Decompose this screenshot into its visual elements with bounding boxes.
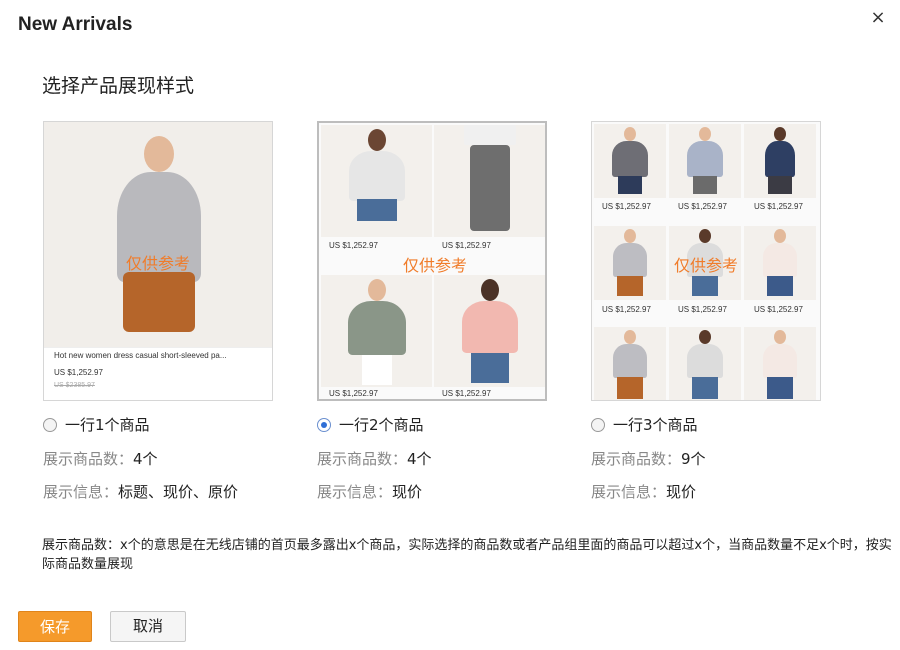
product-title: Hot new women dress casual short-sleeved… — [54, 351, 227, 360]
help-note: 展示商品数：x个的意思是在无线店铺的首页最多露出x个商品，实际选择的商品数或者产… — [42, 538, 892, 572]
watermark-text: 仅供参考 — [674, 256, 739, 275]
display-info-value: 现价 — [392, 483, 423, 501]
product-image — [434, 125, 545, 237]
product-image — [744, 226, 816, 300]
product-image — [594, 124, 666, 198]
display-count-label: 展示商品数： — [591, 450, 682, 468]
product-price: US $1,252.97 — [678, 202, 727, 211]
layout-preview-1-per-row[interactable]: 仅供参考 Hot new women dress casual short-sl… — [43, 121, 273, 401]
layout-radio-3[interactable]: 一行3个商品 — [591, 414, 698, 435]
product-image — [744, 327, 816, 400]
radio-button[interactable] — [591, 417, 605, 432]
product-image — [44, 122, 272, 350]
display-count-value: 4个 — [133, 450, 158, 468]
product-price: US $1,252.97 — [602, 305, 651, 314]
product-image — [594, 226, 666, 300]
radio-label: 一行3个商品 — [613, 416, 698, 434]
display-count-value: 9个 — [681, 450, 706, 468]
display-count-label: 展示商品数： — [43, 450, 134, 468]
layout-preview-3-per-row[interactable]: US $1,252.97 US $1,252.97 US $1,252.97 U… — [591, 121, 821, 401]
cancel-button[interactable]: 取消 — [110, 611, 186, 642]
product-image — [669, 327, 741, 400]
product-image — [669, 124, 741, 198]
display-count: 展示商品数：4个 — [317, 448, 432, 469]
product-price: US $1,252.97 — [754, 202, 803, 211]
dialog-title: New Arrivals — [18, 14, 133, 35]
product-price: US $1,252.97 — [329, 389, 378, 398]
product-price: US $1,252.97 — [54, 368, 103, 377]
watermark-text: 仅供参考 — [403, 256, 468, 275]
section-title: 选择产品展现样式 — [42, 75, 195, 97]
product-image — [434, 275, 545, 387]
radio-label: 一行1个商品 — [65, 416, 150, 434]
close-icon[interactable]: × — [866, 6, 890, 30]
product-price: US $1,252.97 — [329, 241, 378, 250]
product-image — [321, 275, 432, 387]
radio-label: 一行2个商品 — [339, 416, 424, 434]
save-button[interactable]: 保存 — [18, 611, 92, 642]
layout-radio-2[interactable]: 一行2个商品 — [317, 414, 424, 435]
product-price: US $1,252.97 — [754, 305, 803, 314]
display-info-label: 展示信息： — [591, 483, 667, 501]
display-count: 展示商品数：9个 — [591, 448, 706, 469]
product-image — [744, 124, 816, 198]
display-info-label: 展示信息： — [43, 483, 119, 501]
product-caption: Hot new women dress casual short-sleeved… — [44, 347, 272, 400]
radio-button[interactable] — [43, 417, 57, 432]
display-info-value: 现价 — [666, 483, 697, 501]
display-info: 展示信息：现价 — [317, 481, 422, 502]
product-image — [594, 327, 666, 400]
radio-button[interactable] — [317, 417, 331, 432]
product-original-price: US $2385.97 — [54, 382, 95, 389]
display-info-label: 展示信息： — [317, 483, 393, 501]
layout-preview-2-per-row[interactable]: US $1,252.97 US $1,252.97 US $1,252.97 U… — [317, 121, 547, 401]
product-price: US $1,252.97 — [442, 241, 491, 250]
display-count: 展示商品数：4个 — [43, 448, 158, 469]
display-info: 展示信息：标题、现价、原价 — [43, 481, 238, 502]
product-price: US $1,252.97 — [602, 202, 651, 211]
display-count-value: 4个 — [407, 450, 432, 468]
product-image — [321, 125, 432, 237]
watermark-text: 仅供参考 — [126, 254, 191, 273]
display-count-label: 展示商品数： — [317, 450, 408, 468]
product-price: US $1,252.97 — [678, 305, 727, 314]
display-info: 展示信息：现价 — [591, 481, 696, 502]
product-price: US $1,252.97 — [442, 389, 491, 398]
display-info-value: 标题、现价、原价 — [118, 483, 239, 501]
layout-radio-1[interactable]: 一行1个商品 — [43, 414, 150, 435]
